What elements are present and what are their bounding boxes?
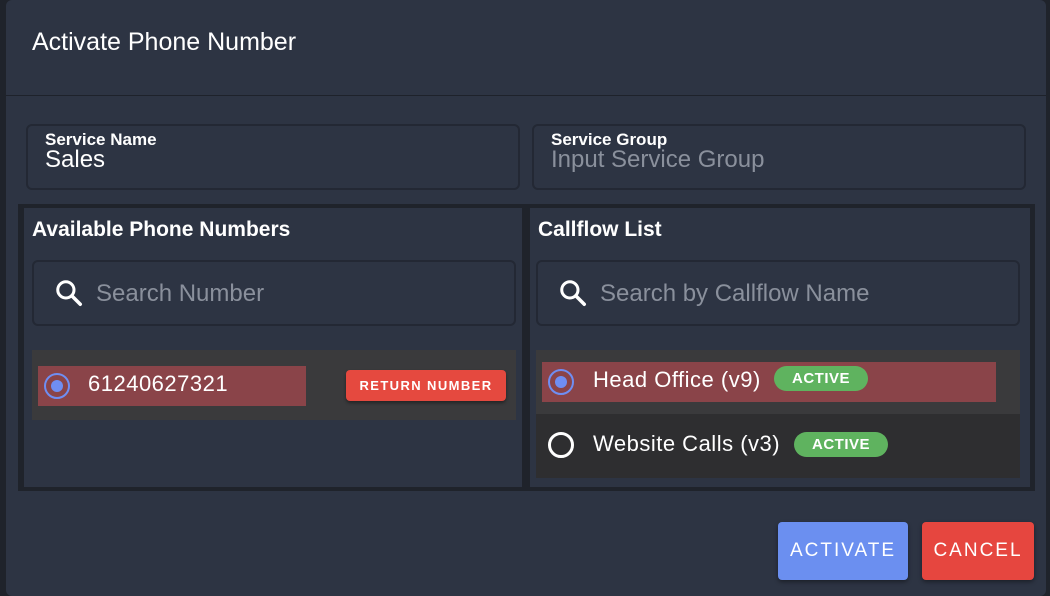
lists-container: Available Phone Numbers Search Number 61… bbox=[18, 204, 1035, 491]
phone-number-list: 61240627321 RETURN NUMBER bbox=[32, 350, 516, 420]
search-icon bbox=[56, 280, 82, 306]
phone-number-text: 61240627321 bbox=[88, 371, 229, 396]
callflow-name-website-calls: Website Calls (v3) bbox=[593, 431, 781, 456]
callflow-radio-head-office[interactable] bbox=[548, 369, 574, 395]
status-badge: ACTIVE bbox=[794, 432, 889, 457]
search-number-box[interactable]: Search Number bbox=[32, 260, 516, 326]
activate-button[interactable]: ACTIVATE bbox=[778, 522, 908, 580]
callflow-row-website-calls[interactable]: Website Calls (v3) ACTIVE bbox=[536, 414, 1020, 478]
activate-phone-number-dialog: Activate Phone Number Service Name Servi… bbox=[6, 0, 1046, 596]
callflow-radio-website-calls[interactable] bbox=[548, 432, 574, 458]
service-group-input[interactable]: Input Service Group bbox=[551, 146, 991, 174]
available-phone-numbers-title: Available Phone Numbers bbox=[32, 218, 291, 241]
callflow-list-panel: Callflow List Search by Callflow Name He… bbox=[530, 208, 1030, 487]
phone-number-row[interactable]: 61240627321 bbox=[38, 366, 306, 406]
search-icon bbox=[560, 280, 586, 306]
available-phone-numbers-panel: Available Phone Numbers Search Number 61… bbox=[24, 208, 522, 487]
search-callflow-input[interactable]: Search by Callflow Name bbox=[600, 280, 869, 308]
dialog-header: Activate Phone Number bbox=[6, 0, 1046, 96]
service-name-field[interactable]: Service Name bbox=[26, 124, 520, 190]
return-number-button[interactable]: RETURN NUMBER bbox=[346, 370, 506, 401]
callflow-row-head-office[interactable]: Head Office (v9) ACTIVE bbox=[542, 362, 996, 402]
cancel-button[interactable]: CANCEL bbox=[922, 522, 1034, 580]
callflow-name-head-office: Head Office (v9) bbox=[593, 367, 761, 392]
callflow-list-title: Callflow List bbox=[538, 218, 662, 241]
service-group-field[interactable]: Service Group Input Service Group bbox=[532, 124, 1026, 190]
status-badge: ACTIVE bbox=[774, 366, 869, 391]
service-name-input[interactable] bbox=[45, 146, 485, 174]
dialog-title: Activate Phone Number bbox=[32, 28, 297, 56]
callflow-list: Head Office (v9) ACTIVE bbox=[536, 350, 1020, 414]
phone-number-radio[interactable] bbox=[44, 373, 70, 399]
search-number-input[interactable]: Search Number bbox=[96, 280, 264, 308]
search-callflow-box[interactable]: Search by Callflow Name bbox=[536, 260, 1020, 326]
